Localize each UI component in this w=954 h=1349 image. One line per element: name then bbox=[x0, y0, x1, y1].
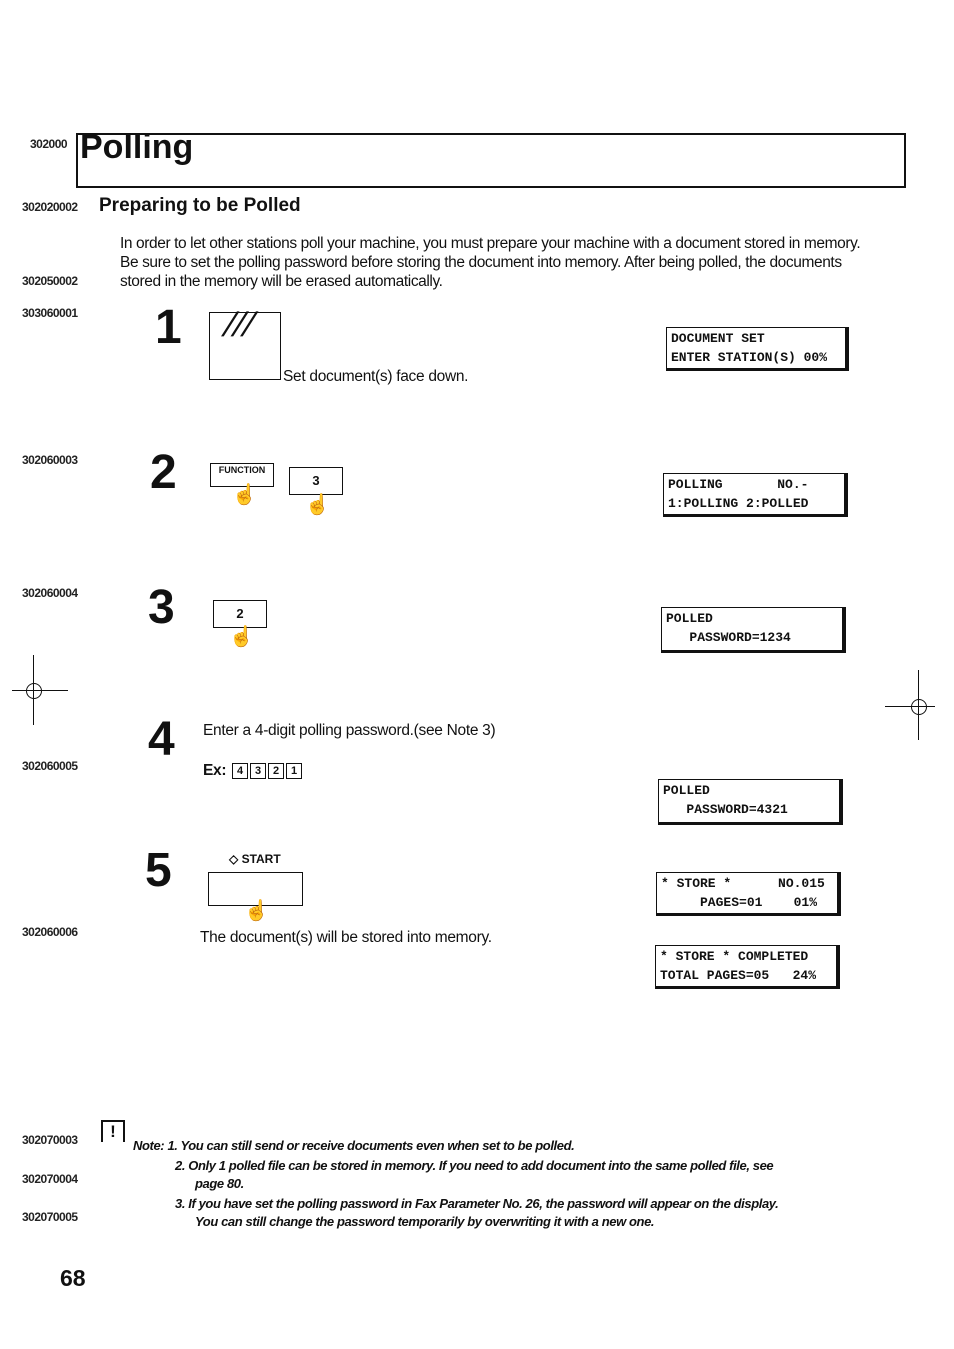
step-text: Set document(s) face down. bbox=[283, 368, 469, 385]
section-heading: Preparing to be Polled bbox=[99, 195, 301, 216]
notes: Note: 1. You can still send or receive d… bbox=[133, 1138, 779, 1229]
step-number: 3 bbox=[148, 581, 175, 634]
hand-press-icon: ☝ bbox=[305, 494, 330, 516]
margin-code: 302000 bbox=[30, 137, 68, 151]
hand-press-icon: ☝ bbox=[244, 900, 269, 922]
margin-code: 302070005 bbox=[22, 1210, 78, 1224]
crop-mark bbox=[885, 706, 935, 707]
lcd-display: POLLING NO.- 1:POLLING 2:POLLED bbox=[663, 473, 848, 517]
example-label: Ex: bbox=[203, 762, 227, 779]
start-icon: ◇ bbox=[229, 852, 242, 866]
key-4: 4 bbox=[232, 763, 248, 779]
note-icon: ! bbox=[101, 1120, 125, 1142]
start-key-label: ◇ START bbox=[229, 852, 281, 866]
title-frame bbox=[76, 133, 906, 188]
key-1: 1 bbox=[286, 763, 302, 779]
key-2: 2 bbox=[268, 763, 284, 779]
lcd-display: POLLED PASSWORD=4321 bbox=[658, 779, 843, 825]
margin-code: 302070003 bbox=[22, 1133, 78, 1147]
key-3: 3 bbox=[250, 763, 266, 779]
step-text: Enter a 4-digit polling password.(see No… bbox=[203, 722, 496, 739]
lcd-display: POLLED PASSWORD=1234 bbox=[661, 607, 846, 653]
margin-code: 302060006 bbox=[22, 925, 78, 939]
key-3[interactable]: 3 bbox=[289, 467, 343, 495]
manual-page: 302000 Polling 302020002 Preparing to be… bbox=[0, 0, 954, 1349]
lcd-display: DOCUMENT SET ENTER STATION(S) 00% bbox=[666, 327, 849, 371]
margin-code: 302020002 bbox=[22, 200, 78, 214]
margin-code: 302050002 bbox=[22, 274, 78, 288]
hand-press-icon: ☝ bbox=[232, 484, 257, 506]
intro-paragraph: In order to let other stations poll your… bbox=[120, 235, 861, 290]
step-number: 2 bbox=[150, 446, 177, 499]
step-text: The document(s) will be stored into memo… bbox=[200, 929, 492, 946]
lcd-display: * STORE * COMPLETED TOTAL PAGES=05 24% bbox=[655, 945, 840, 989]
margin-code: 302060003 bbox=[22, 453, 78, 467]
margin-code: 302070004 bbox=[22, 1172, 78, 1186]
margin-code: 303060001 bbox=[22, 306, 78, 320]
margin-code: 302060004 bbox=[22, 586, 78, 600]
note-label: Note: bbox=[133, 1138, 165, 1153]
page-number: 68 bbox=[60, 1265, 86, 1291]
crop-mark bbox=[26, 683, 42, 699]
step-number: 4 bbox=[148, 713, 175, 766]
page-title: Polling bbox=[80, 128, 194, 166]
crop-mark bbox=[911, 699, 927, 715]
step-number: 5 bbox=[145, 844, 172, 897]
margin-code: 302060005 bbox=[22, 759, 78, 773]
lcd-display: * STORE * NO.015 PAGES=01 01% bbox=[656, 872, 841, 916]
step-number: 1 bbox=[155, 301, 182, 354]
hand-press-icon: ☝ bbox=[229, 626, 254, 648]
